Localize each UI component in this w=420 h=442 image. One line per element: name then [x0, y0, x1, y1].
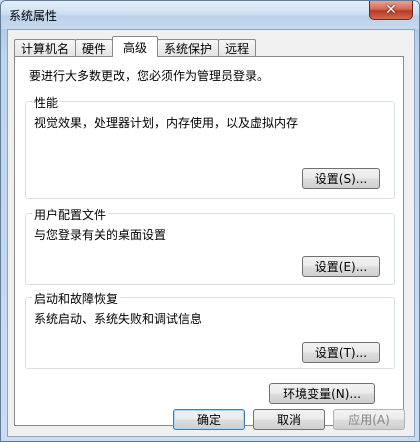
- user-profiles-group: 用户配置文件 与您登录有关的桌面设置 设置(E)...: [25, 206, 395, 285]
- performance-description: 视觉效果，处理器计划，内存使用，以及虚拟内存: [34, 116, 299, 130]
- admin-notice: 要进行大多数更改，您必须作为管理员登录。: [29, 69, 270, 83]
- advanced-tab-panel: 要进行大多数更改，您必须作为管理员登录。 性能 视觉效果，处理器计划，内存使用，…: [14, 56, 404, 426]
- startup-recovery-group: 启动和故障恢复 系统启动、系统失败和调试信息 设置(T)...: [25, 290, 395, 369]
- startup-recovery-group-title: 启动和故障恢复: [32, 290, 121, 307]
- performance-settings-button[interactable]: 设置(S)...: [302, 168, 380, 189]
- performance-group-title: 性能: [32, 94, 61, 111]
- system-properties-window: 系统属性 ✕ 计算机名 硬件 高级 系统保护 远程 要进行大多数更改，您必须作为…: [0, 0, 420, 442]
- ok-button[interactable]: 确定: [173, 409, 245, 430]
- user-profiles-description: 与您登录有关的桌面设置: [34, 228, 167, 242]
- dialog-client-area: 计算机名 硬件 高级 系统保护 远程 要进行大多数更改，您必须作为管理员登录。 …: [7, 29, 415, 437]
- tab-remote[interactable]: 远程: [218, 39, 257, 57]
- tab-computer-name[interactable]: 计算机名: [14, 39, 77, 57]
- startup-recovery-description: 系统启动、系统失败和调试信息: [34, 312, 203, 326]
- tab-hardware[interactable]: 硬件: [75, 39, 114, 57]
- user-profiles-group-title: 用户配置文件: [32, 206, 109, 223]
- close-button[interactable]: ✕: [369, 1, 413, 20]
- tab-advanced[interactable]: 高级: [112, 36, 159, 57]
- environment-variables-button[interactable]: 环境变量(N)...: [269, 383, 375, 404]
- title-bar[interactable]: 系统属性 ✕: [1, 1, 419, 29]
- cancel-button[interactable]: 取消: [253, 409, 325, 430]
- window-title: 系统属性: [9, 9, 58, 23]
- apply-button[interactable]: 应用(A): [333, 409, 405, 430]
- tab-system-protection[interactable]: 系统保护: [157, 39, 220, 57]
- close-icon: ✕: [385, 2, 397, 18]
- performance-group: 性能 视觉效果，处理器计划，内存使用，以及虚拟内存 设置(S)...: [25, 94, 395, 199]
- user-profiles-settings-button[interactable]: 设置(E)...: [302, 256, 380, 277]
- tab-strip: 计算机名 硬件 高级 系统保护 远程: [14, 36, 257, 57]
- startup-recovery-settings-button[interactable]: 设置(T)...: [302, 342, 380, 363]
